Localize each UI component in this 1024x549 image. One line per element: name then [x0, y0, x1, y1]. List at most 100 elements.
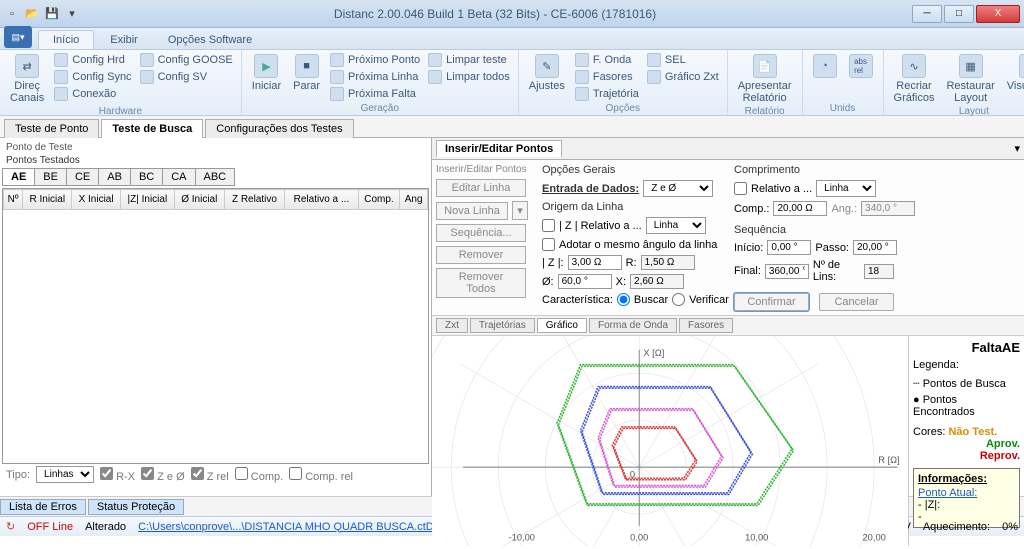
- parar-button[interactable]: ■Parar: [289, 52, 324, 94]
- x-input[interactable]: [630, 274, 684, 289]
- fault-tab-ce[interactable]: CE: [66, 168, 99, 186]
- tab-config-testes[interactable]: Configurações dos Testes: [205, 119, 353, 138]
- refresh-icon[interactable]: ↻: [6, 520, 15, 533]
- passo-input[interactable]: [853, 240, 897, 255]
- chk-ze[interactable]: Z e Ø: [141, 467, 185, 483]
- col-ang[interactable]: Ø Inicial: [174, 190, 224, 210]
- inserir-editar-tab[interactable]: Inserir/Editar Pontos: [436, 140, 562, 157]
- col-rela[interactable]: Relativo a ...: [285, 190, 358, 210]
- fault-tab-ae[interactable]: AE: [2, 168, 35, 186]
- qat-new-icon[interactable]: ▫: [4, 6, 20, 22]
- verificar-radio[interactable]: [672, 293, 685, 306]
- config-sync-button[interactable]: Config Sync: [52, 69, 133, 85]
- buscar-radio[interactable]: [617, 293, 630, 306]
- comp-ang-label: Ang.:: [831, 203, 857, 215]
- impedance-plot[interactable]: -10,000,0010,0020,000R [Ω]X [Ω]: [432, 336, 908, 546]
- tab-teste-busca[interactable]: Teste de Busca: [101, 119, 203, 138]
- prox-falta-button[interactable]: Próxima Falta: [328, 86, 422, 102]
- status-filepath[interactable]: C:\Users\conprove\...\DISTANCIA MHO QUAD…: [138, 521, 439, 533]
- chk-zrel[interactable]: Z rel: [191, 467, 229, 483]
- iniciar-button[interactable]: ▶Iniciar: [248, 52, 285, 94]
- chk-rx[interactable]: R-X: [100, 467, 135, 483]
- status-protecao-tab[interactable]: Status Proteção: [88, 499, 184, 515]
- apresentar-relatorio-button[interactable]: 📄Apresentar Relatório: [734, 52, 796, 106]
- maximize-button[interactable]: □: [944, 5, 974, 23]
- chk-comprel[interactable]: Comp. rel: [289, 467, 353, 483]
- close-button[interactable]: X: [976, 5, 1020, 23]
- zrel-select[interactable]: Linha: [646, 217, 706, 234]
- fault-tab-be[interactable]: BE: [34, 168, 67, 186]
- direc-canais-button[interactable]: ⇄Direç Canais: [6, 52, 48, 106]
- trajetoria-button[interactable]: Trajetória: [573, 86, 641, 102]
- chk-comp[interactable]: Comp.: [235, 467, 283, 483]
- qat-open-icon[interactable]: 📂: [24, 6, 40, 22]
- col-z[interactable]: |Z| Inicial: [120, 190, 174, 210]
- cancelar-button[interactable]: Cancelar: [819, 293, 894, 311]
- col-n[interactable]: Nº: [4, 190, 23, 210]
- recriar-graficos-button[interactable]: ∿Recriar Gráficos: [890, 52, 939, 106]
- sel-button[interactable]: SEL: [645, 52, 721, 68]
- config-sv-button[interactable]: Config SV: [138, 69, 235, 85]
- fonda-button[interactable]: F. Onda: [573, 52, 641, 68]
- r-input[interactable]: [641, 255, 695, 270]
- visualizar-button[interactable]: ▭Visualizar: [1003, 52, 1024, 94]
- ribbon-tab-exibir[interactable]: Exibir: [96, 31, 152, 49]
- mesmo-check[interactable]: [542, 238, 555, 251]
- entrada-select[interactable]: Z e Ø: [643, 180, 713, 197]
- fin-input[interactable]: [765, 264, 809, 279]
- lista-erros-tab[interactable]: Lista de Erros: [0, 499, 86, 515]
- chart-tab-traj[interactable]: Trajetórias: [470, 318, 535, 333]
- rel-check[interactable]: [734, 182, 747, 195]
- fault-tab-ca[interactable]: CA: [162, 168, 195, 186]
- col-zrel[interactable]: Z Relativo: [224, 190, 285, 210]
- col-comp[interactable]: Comp.: [358, 190, 400, 210]
- qat-save-icon[interactable]: 💾: [44, 6, 60, 22]
- fault-tab-bc[interactable]: BC: [130, 168, 163, 186]
- tipo-select[interactable]: Linhas: [36, 466, 94, 483]
- confirmar-button[interactable]: Confirmar: [734, 293, 809, 311]
- points-grid[interactable]: Nº R Inicial X Inicial |Z| Inicial Ø Ini…: [2, 188, 429, 464]
- remover-button[interactable]: Remover: [436, 246, 526, 264]
- nova-linha-dropdown[interactable]: ▾: [512, 201, 528, 220]
- limpar-teste-button[interactable]: Limpar teste: [426, 52, 512, 68]
- conexao-button[interactable]: Conexão: [52, 86, 133, 102]
- ang-input[interactable]: [558, 274, 612, 289]
- chart-tab-forma[interactable]: Forma de Onda: [589, 318, 677, 333]
- ribbon-tab-inicio[interactable]: Início: [38, 30, 94, 49]
- zxt-button[interactable]: Gráfico Zxt: [645, 69, 721, 85]
- chart-tab-grafico[interactable]: Gráfico: [537, 318, 587, 333]
- zrel-check[interactable]: [542, 219, 555, 232]
- rel-select[interactable]: Linha: [816, 180, 876, 197]
- fault-tab-ab[interactable]: AB: [98, 168, 131, 186]
- mesmo-label: Adotar o mesmo ângulo da linha: [559, 239, 717, 251]
- chart-tab-fasores[interactable]: Fasores: [679, 318, 733, 333]
- fasores-button[interactable]: Fasores: [573, 69, 641, 85]
- minimize-button[interactable]: ─: [912, 5, 942, 23]
- z-input[interactable]: [568, 255, 622, 270]
- collapse-icon[interactable]: ▾: [1014, 142, 1020, 155]
- ribbon-tab-opcoes[interactable]: Opções Software: [154, 31, 266, 49]
- config-goose-button[interactable]: Config GOOSE: [138, 52, 235, 68]
- prox-ponto-button[interactable]: Próximo Ponto: [328, 52, 422, 68]
- qat-more-icon[interactable]: ▾: [64, 6, 80, 22]
- app-menu-button[interactable]: ▤▾: [4, 26, 32, 48]
- editar-linha-button[interactable]: Editar Linha: [436, 179, 526, 197]
- tab-teste-ponto[interactable]: Teste de Ponto: [4, 119, 99, 138]
- ini-input[interactable]: [767, 240, 811, 255]
- restaurar-layout-button[interactable]: ▦Restaurar Layout: [942, 52, 998, 106]
- config-hrd-button[interactable]: Config Hrd: [52, 52, 133, 68]
- limpar-todos-button[interactable]: Limpar todos: [426, 69, 512, 85]
- col-r[interactable]: R Inicial: [23, 190, 72, 210]
- sequencia-button[interactable]: Sequência...: [436, 224, 526, 242]
- prox-linha-button[interactable]: Próxima Linha: [328, 69, 422, 85]
- col-ang2[interactable]: Ang: [400, 190, 428, 210]
- comp-input[interactable]: [773, 201, 827, 216]
- unids-button[interactable]: ◔: [809, 52, 841, 94]
- ajustes-button[interactable]: ✎Ajustes: [525, 52, 569, 94]
- col-x[interactable]: X Inicial: [72, 190, 120, 210]
- fault-tab-abc[interactable]: ABC: [195, 168, 236, 186]
- unids2-button[interactable]: absrel: [845, 52, 877, 94]
- remover-todos-button[interactable]: Remover Todos: [436, 268, 526, 298]
- chart-tab-zxt[interactable]: Zxt: [436, 318, 468, 333]
- nova-linha-button[interactable]: Nova Linha: [436, 202, 508, 220]
